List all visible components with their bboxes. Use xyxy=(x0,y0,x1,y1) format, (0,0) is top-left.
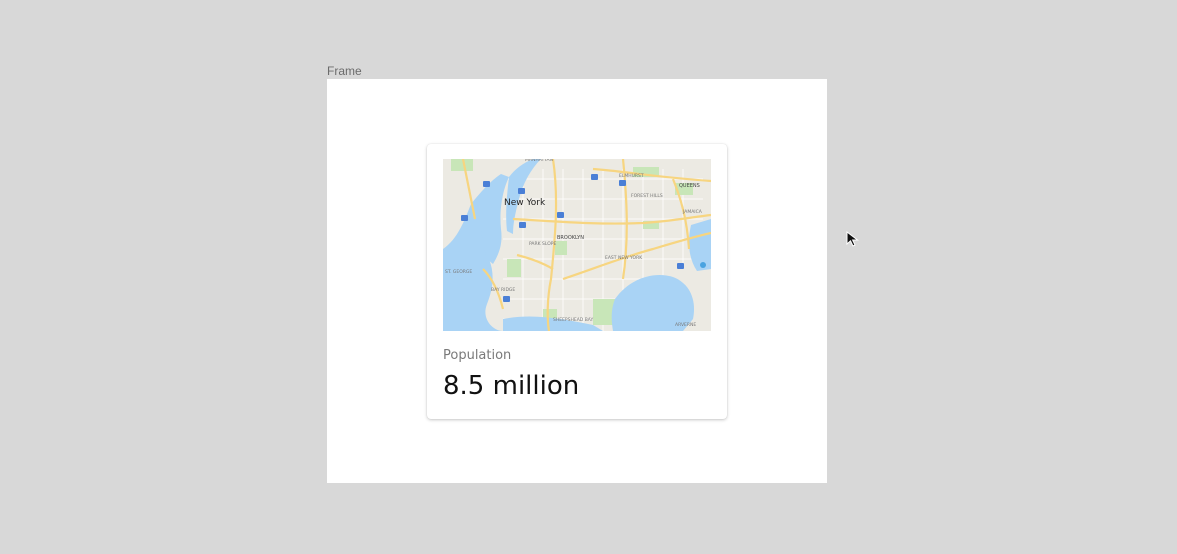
svg-text:BAY RIDGE: BAY RIDGE xyxy=(491,287,515,293)
svg-text:ELMHURST: ELMHURST xyxy=(619,173,644,179)
frame[interactable]: New York BROOKLYN PARK SLOPE EAST NEW YO… xyxy=(327,79,827,483)
svg-text:JAMAICA: JAMAICA xyxy=(682,209,703,215)
svg-text:ST. GEORGE: ST. GEORGE xyxy=(445,269,472,275)
svg-text:QUEENS: QUEENS xyxy=(679,183,700,189)
map-image: New York BROOKLYN PARK SLOPE EAST NEW YO… xyxy=(443,159,711,331)
frame-label[interactable]: Frame xyxy=(327,64,362,78)
svg-text:PARK SLOPE: PARK SLOPE xyxy=(529,241,556,247)
svg-text:FOREST HILLS: FOREST HILLS xyxy=(631,193,663,199)
arrow-cursor-icon xyxy=(846,230,860,252)
svg-text:EAST NEW YORK: EAST NEW YORK xyxy=(605,255,643,261)
svg-text:New York: New York xyxy=(504,198,546,208)
svg-text:MANHATTAN: MANHATTAN xyxy=(525,159,553,163)
svg-text:BROOKLYN: BROOKLYN xyxy=(557,235,584,241)
population-value: 8.5 million xyxy=(443,371,580,401)
population-label: Population xyxy=(443,348,512,363)
card: New York BROOKLYN PARK SLOPE EAST NEW YO… xyxy=(427,144,727,419)
svg-text:ARVERNE: ARVERNE xyxy=(675,322,696,328)
svg-text:SHEEPSHEAD BAY: SHEEPSHEAD BAY xyxy=(553,317,594,323)
